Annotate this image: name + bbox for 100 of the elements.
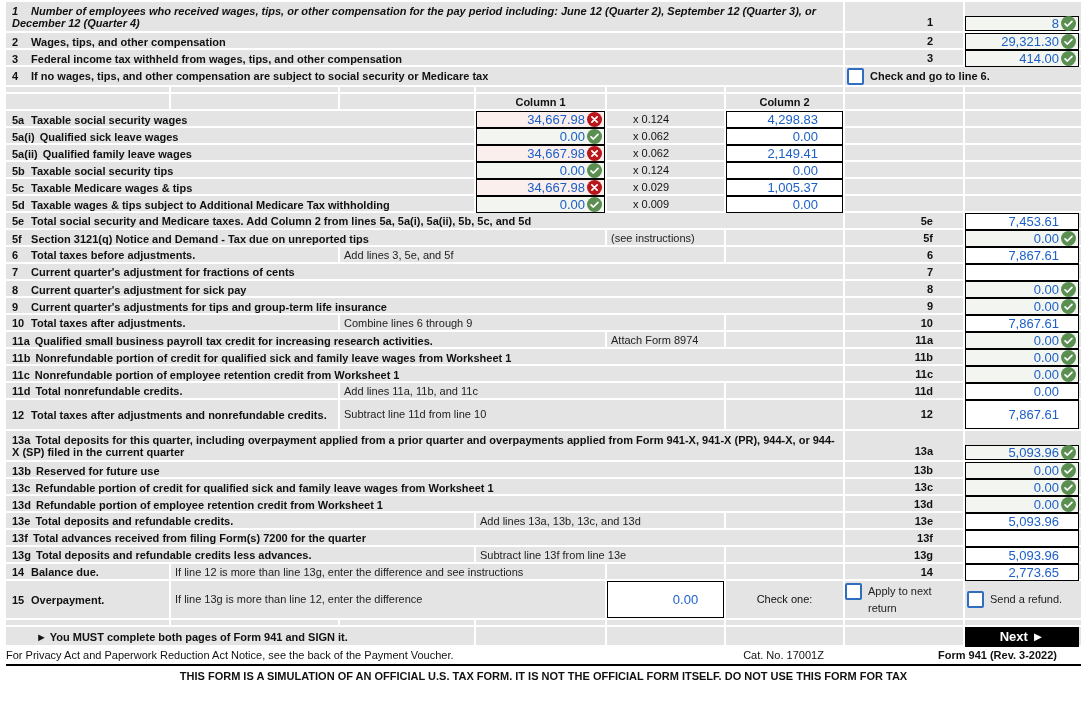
- amount-field[interactable]: 7,453.61: [965, 213, 1079, 230]
- line-label: 5a Taxable social security wages: [12, 113, 188, 126]
- line-number: 13a: [914, 443, 933, 459]
- check-icon: [587, 163, 602, 178]
- next-button[interactable]: Next ►: [965, 627, 1079, 647]
- line-label: 12 Total taxes after adjustments and nonrefundable credits.: [12, 408, 327, 421]
- amount-field[interactable]: 7,867.61: [965, 400, 1079, 429]
- amount-field[interactable]: 0.00: [965, 298, 1079, 315]
- check-icon: [1061, 333, 1076, 348]
- instruction-text: If line 12 is more than line 13g, enter the difference and see instructions: [175, 565, 524, 580]
- line-number: 9: [926, 299, 933, 315]
- check-icon: [1061, 367, 1076, 382]
- amount-field[interactable]: 8: [965, 16, 1079, 31]
- check-icon: [587, 129, 602, 144]
- line-label: 13d Refundable portion of employee retention credit from Worksheet 1: [12, 498, 383, 511]
- checkbox-label: Check and go to line 6.: [870, 68, 990, 84]
- amount-field[interactable]: [965, 264, 1079, 281]
- amount-field[interactable]: 414.00: [965, 50, 1079, 67]
- checkbox[interactable]: [967, 591, 984, 608]
- amount-field[interactable]: 0.00: [965, 332, 1079, 349]
- tax-rate: x 0.124: [633, 163, 670, 179]
- privacy-notice: For Privacy Act and Paperwork Reduction Act Notice, see the back of the Payment Voucher.: [6, 648, 454, 664]
- line-label: 11d Total nonrefundable credits.: [12, 385, 183, 398]
- line-label: 5b Taxable social security tips: [12, 164, 174, 177]
- line-number: 3: [926, 51, 933, 67]
- line-label: 3 Federal income tax withheld from wages, tips, and other compensation: [12, 52, 403, 65]
- line-label: 13e Total deposits and refundable credits.: [12, 515, 234, 528]
- option-label: Apply to next return: [868, 584, 933, 616]
- line-number: 12: [920, 407, 933, 423]
- instruction-text: Add lines 11a, 11b, and 11c: [344, 384, 478, 399]
- check-icon: [1061, 231, 1076, 246]
- amount-field[interactable]: 2,149.41: [726, 145, 843, 162]
- amount-field[interactable]: 0.00: [965, 479, 1079, 496]
- line-label: 13f Total advances received from filing Form(s) 7200 for the quarter: [12, 532, 366, 545]
- sign-reminder: ► You MUST complete both pages of Form 941 and SIGN it.: [36, 629, 348, 645]
- amount-field[interactable]: 2,773.65: [965, 564, 1079, 581]
- instruction-text: Subtract line 13f from line 13e: [480, 548, 627, 563]
- amount-field[interactable]: 34,667.98: [476, 145, 605, 162]
- tax-rate: x 0.062: [633, 146, 670, 162]
- line-number: 13d: [914, 497, 933, 513]
- column-heading: Column 1: [515, 95, 566, 110]
- amount-field[interactable]: 0.00: [965, 496, 1079, 513]
- line-number: 11b: [914, 350, 933, 366]
- check-icon: [587, 197, 602, 212]
- line-number: 11a: [915, 333, 933, 349]
- amount-field[interactable]: 0.00: [726, 128, 843, 145]
- line-label: 5f Section 3121(q) Notice and Demand - Tax due on unreported tips: [12, 232, 369, 245]
- line-label: 11a Qualified small business payroll tax credit for increasing research activities.: [12, 334, 433, 347]
- checkbox[interactable]: [847, 67, 864, 85]
- form-revision: Form 941 (Rev. 3-2022): [937, 648, 1057, 664]
- amount-field[interactable]: 7,867.61: [965, 315, 1079, 332]
- instruction-text: Add lines 3, 5e, and 5f: [344, 248, 454, 263]
- amount-field[interactable]: 0.00: [607, 581, 724, 618]
- line-label: 2 Wages, tips, and other compensation: [12, 35, 226, 48]
- amount-field[interactable]: 0.00: [965, 349, 1079, 366]
- amount-field[interactable]: 0.00: [476, 128, 605, 145]
- checkbox[interactable]: [845, 583, 862, 600]
- line-number: 13b: [914, 463, 933, 479]
- amount-field[interactable]: 34,667.98: [476, 179, 605, 196]
- amount-field[interactable]: 0.00: [476, 162, 605, 179]
- line-label: 5a(ii) Qualified family leave wages: [12, 147, 192, 160]
- amount-field[interactable]: 29,321.30: [965, 33, 1079, 50]
- check-icon: [1061, 350, 1076, 365]
- amount-field[interactable]: 0.00: [476, 196, 605, 213]
- line-label: 11c Nonrefundable portion of employee retention credit from Worksheet 1: [12, 368, 400, 381]
- amount-field[interactable]: 7,867.61: [965, 247, 1079, 264]
- line-label: 5a(i) Qualified sick leave wages: [12, 130, 179, 143]
- line-number: 5e: [920, 214, 933, 229]
- amount-field[interactable]: 5,093.96: [965, 513, 1079, 530]
- line-label: 13c Refundable portion of credit for qualified sick and family leave wages from Worksheet 1: [12, 481, 494, 494]
- line-number: 13e: [914, 514, 933, 529]
- line-label: 13a Total deposits for this quarter, including overpayment applied from a prior quarter and overpayments applied from Form 941-X, 941-X (PR), 944-X, or 944-X (SP) filed in the current quarter: [12, 433, 836, 458]
- line-number: 10: [920, 316, 933, 331]
- amount-field[interactable]: 1,005.37: [726, 179, 843, 196]
- check-icon: [1061, 497, 1076, 512]
- instruction-text: Attach Form 8974: [611, 333, 699, 349]
- amount-field[interactable]: 0.00: [726, 162, 843, 179]
- line-number: 8: [926, 282, 933, 298]
- amount-field[interactable]: 5,093.96: [965, 445, 1079, 460]
- line-label: 15 Overpayment.: [12, 593, 105, 606]
- amount-field[interactable]: 0.00: [965, 383, 1079, 400]
- amount-field[interactable]: 0.00: [965, 230, 1079, 247]
- amount-field[interactable]: [965, 530, 1079, 547]
- instruction-text: Subtract line 11d from line 10: [344, 407, 487, 423]
- amount-field[interactable]: 34,667.98: [476, 111, 605, 128]
- amount-field[interactable]: 4,298.83: [726, 111, 843, 128]
- instruction-text: Add lines 13a, 13b, 13c, and 13d: [480, 514, 641, 529]
- line-label: 14 Balance due.: [12, 566, 99, 579]
- line-label: 13b Reserved for future use: [12, 464, 160, 477]
- amount-field[interactable]: 5,093.96: [965, 547, 1079, 564]
- amount-field[interactable]: 0.00: [965, 462, 1079, 479]
- line-number: 5f: [923, 231, 933, 247]
- line-number: 11c: [915, 367, 933, 383]
- line-label: 5c Taxable Medicare wages & tips: [12, 181, 193, 194]
- amount-field[interactable]: 0.00: [965, 366, 1079, 383]
- check-icon: [1061, 51, 1076, 66]
- amount-field[interactable]: 0.00: [726, 196, 843, 213]
- amount-field[interactable]: 0.00: [965, 281, 1079, 298]
- line-number: 13g: [914, 548, 933, 563]
- tax-rate: x 0.009: [633, 197, 670, 213]
